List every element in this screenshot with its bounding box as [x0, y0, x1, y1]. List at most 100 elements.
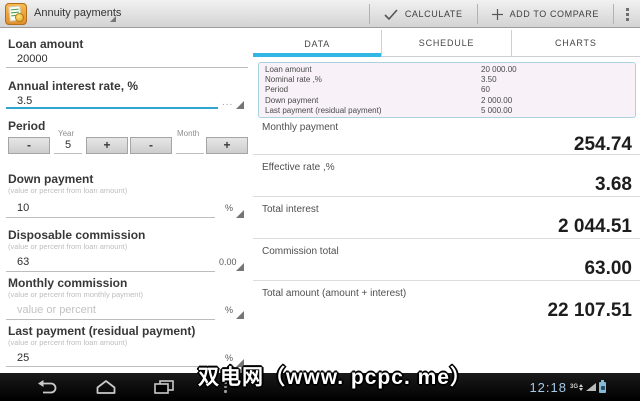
monthly-commission-label: Monthly commission: [8, 276, 128, 290]
summary-row: Down payment 2 000.00: [265, 96, 635, 106]
coin-icon: [15, 13, 24, 22]
results-tab-bar: DATA SCHEDULE CHARTS: [253, 30, 640, 57]
more-options-button[interactable]: ...: [222, 97, 233, 108]
year-value-input[interactable]: 5: [52, 137, 84, 154]
summary-label: Last payment (residual payment): [265, 105, 382, 115]
signal-strength-icon: [586, 383, 596, 391]
result-row: Monthly payment 254.74: [253, 117, 640, 155]
add-to-compare-label: ADD TO COMPARE: [509, 9, 599, 19]
down-payment-label: Down payment: [8, 172, 94, 186]
input-underline: [6, 366, 215, 367]
corner-handle-icon[interactable]: [236, 263, 244, 271]
input-underline: [6, 271, 215, 272]
result-label: Effective rate ,%: [262, 162, 335, 173]
summary-value: 3.50: [481, 75, 497, 85]
battery-icon: [599, 379, 606, 393]
summary-label: Nominal rate ,%: [265, 75, 322, 85]
monthly-commission-input[interactable]: value or percent: [17, 304, 96, 316]
result-label: Commission total: [262, 246, 339, 257]
corner-handle-icon[interactable]: [236, 210, 244, 218]
result-value: 63.00: [584, 258, 632, 279]
status-area[interactable]: 12:18 3G: [529, 373, 606, 401]
menu-icon[interactable]: [224, 381, 227, 393]
app-screen: Annuity payments CALCULATE ADD TO COMPAR…: [0, 0, 640, 401]
corner-handle-icon[interactable]: [236, 101, 244, 109]
last-payment-label: Last payment (residual payment): [8, 324, 196, 338]
add-to-compare-button[interactable]: ADD TO COMPARE: [478, 0, 613, 28]
calculation-type-spinner[interactable]: Annuity payments: [34, 0, 140, 28]
summary-label: Period: [265, 85, 289, 95]
result-row: Commission total 63.00: [253, 239, 640, 281]
result-row: Total interest 2 044.51: [253, 197, 640, 239]
result-row: Effective rate ,% 3.68: [253, 155, 640, 197]
tab-schedule[interactable]: SCHEDULE: [381, 30, 511, 57]
disposable-commission-unit-spinner[interactable]: 0.00: [219, 257, 237, 267]
result-label: Total amount (amount + interest): [262, 288, 407, 299]
summary-row: Loan amount 20 000.00: [265, 65, 635, 75]
disposable-commission-label: Disposable commission: [8, 228, 146, 242]
monthly-commission-hint: (value or percent from monthly payment): [8, 290, 144, 299]
disposable-commission-input[interactable]: 63: [17, 256, 29, 268]
calculation-type-label: Annuity payments: [34, 7, 122, 19]
app-logo-icon: [5, 3, 27, 25]
result-value: 2 044.51: [558, 216, 632, 237]
calculate-button[interactable]: CALCULATE: [370, 0, 477, 28]
result-value: 254.74: [573, 134, 632, 155]
down-payment-input[interactable]: 10: [17, 202, 29, 214]
down-payment-hint: (value or percent from loan amount): [8, 186, 128, 195]
tab-charts[interactable]: CHARTS: [510, 30, 640, 57]
overflow-menu-button[interactable]: [614, 0, 640, 28]
tab-data[interactable]: DATA: [253, 30, 382, 57]
input-underline: [176, 153, 204, 154]
network-3g-icon: 3G: [570, 383, 583, 391]
top-action-bar: Annuity payments CALCULATE ADD TO COMPAR…: [0, 0, 640, 28]
results-list: Monthly payment 254.74 Effective rate ,%…: [253, 117, 640, 331]
interest-rate-label: Annual interest rate, %: [8, 79, 139, 93]
last-payment-hint: (value or percent from loan amount): [8, 338, 128, 347]
recent-apps-icon[interactable]: [152, 380, 176, 394]
summary-value: 20 000.00: [481, 65, 517, 74]
result-value: 3.68: [595, 174, 632, 195]
summary-row: Last payment (residual payment) 5 000.00: [265, 106, 635, 116]
last-payment-input[interactable]: 25: [17, 352, 29, 364]
input-summary-box: Loan amount 20 000.00 Nominal rate ,% 3.…: [258, 62, 636, 118]
input-underline-focused: [6, 107, 218, 109]
plus-icon: [491, 8, 503, 20]
year-decrement-button[interactable]: -: [8, 137, 50, 154]
month-increment-button[interactable]: +: [206, 137, 248, 154]
input-underline: [6, 217, 215, 218]
calculate-label: CALCULATE: [404, 9, 463, 19]
summary-label: Loan amount: [265, 65, 312, 74]
down-payment-unit-spinner[interactable]: %: [225, 203, 233, 213]
clock: 12:18: [529, 379, 567, 395]
interest-rate-input[interactable]: 3.5: [17, 95, 32, 107]
system-navigation-bar: 12:18 3G: [0, 373, 640, 401]
month-value-input[interactable]: [174, 137, 206, 154]
chevron-down-icon: [110, 16, 116, 22]
summary-label: Down payment: [265, 95, 319, 105]
home-icon[interactable]: [94, 380, 118, 394]
result-label: Monthly payment: [262, 122, 339, 133]
corner-handle-icon[interactable]: [236, 311, 244, 319]
result-row: Total amount (amount + interest) 22 107.…: [253, 281, 640, 331]
year-increment-button[interactable]: +: [86, 137, 128, 154]
disposable-commission-hint: (value or percent from loan amount): [8, 242, 128, 251]
action-buttons: CALCULATE ADD TO COMPARE: [368, 0, 640, 28]
summary-row: Period 60: [265, 85, 635, 95]
result-value: 22 107.51: [547, 300, 632, 321]
summary-value: 2 000.00: [481, 95, 513, 105]
loan-amount-input[interactable]: 20000: [17, 53, 48, 65]
monthly-commission-unit-spinner[interactable]: %: [225, 305, 233, 315]
last-payment-unit-spinner[interactable]: %: [225, 353, 233, 363]
summary-value: 60: [481, 85, 490, 95]
input-underline: [6, 67, 248, 68]
checkmark-icon: [384, 8, 398, 20]
summary-value: 5 000.00: [481, 105, 513, 115]
loan-amount-label: Loan amount: [8, 37, 84, 51]
month-decrement-button[interactable]: -: [130, 137, 172, 154]
period-label: Period: [8, 119, 46, 133]
summary-row: Nominal rate ,% 3.50: [265, 75, 635, 85]
corner-handle-icon[interactable]: [236, 359, 244, 367]
result-label: Total interest: [262, 204, 319, 215]
back-icon[interactable]: [36, 380, 60, 394]
